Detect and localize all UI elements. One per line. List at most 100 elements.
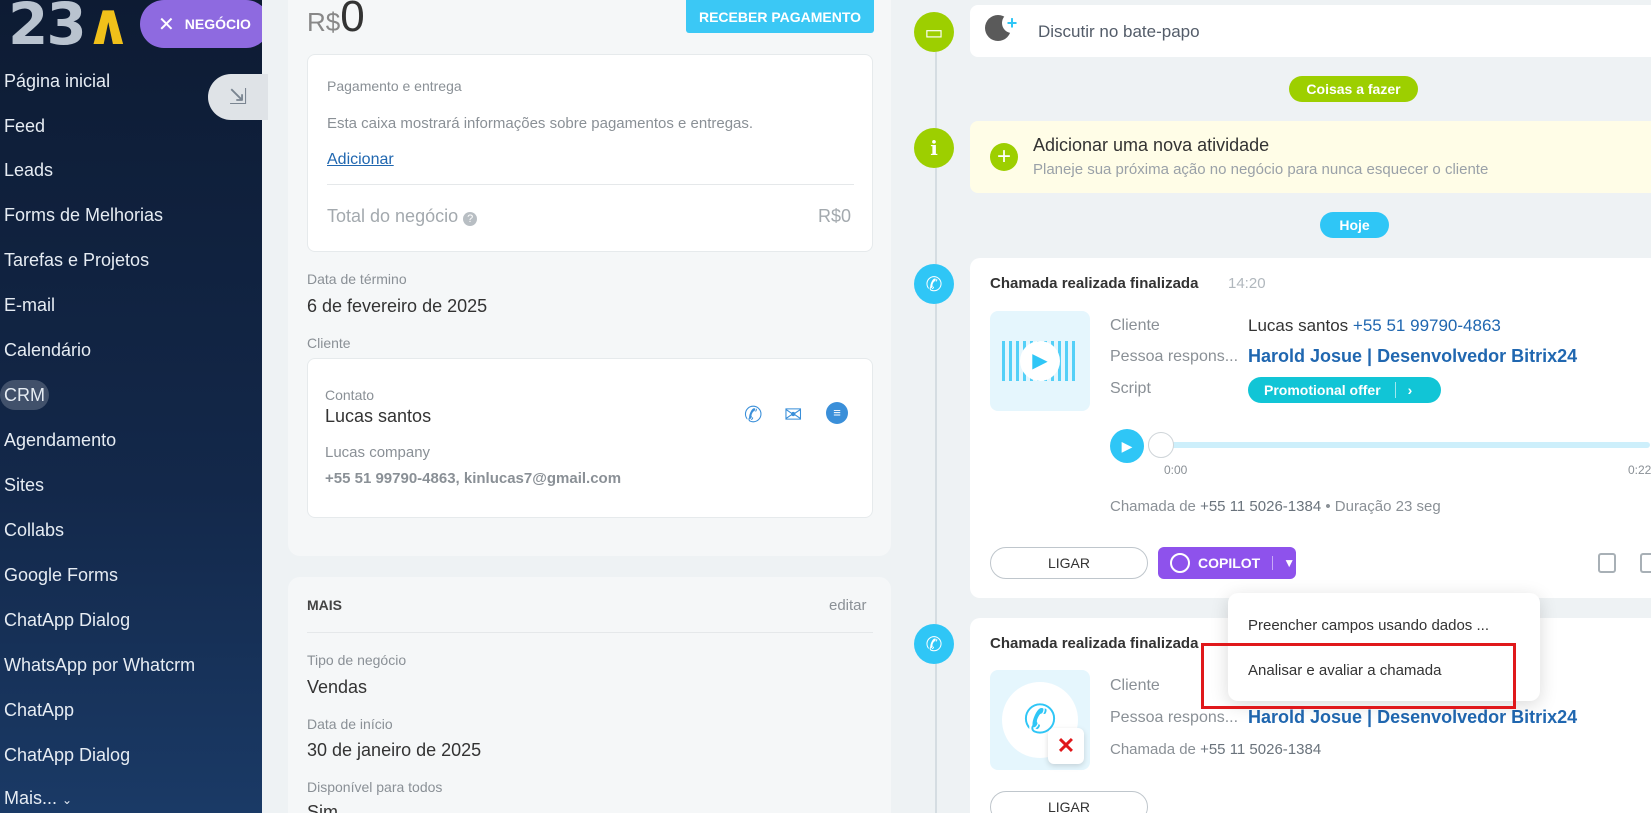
- script-button-label: Promotional offer: [1264, 382, 1381, 398]
- add-circle-icon[interactable]: +: [990, 143, 1018, 171]
- company-logo[interactable]: 23∧: [8, 0, 132, 58]
- call-title: Chamada realizada finalizada: [990, 275, 1199, 292]
- sidebar-item-forms[interactable]: Forms de Melhorias: [4, 200, 163, 230]
- phone-call-icon: ✆: [914, 264, 954, 304]
- sidebar-item-scheduling[interactable]: Agendamento: [4, 425, 116, 455]
- end-date-value: 6 de fevereiro de 2025: [307, 296, 488, 316]
- responsible-name[interactable]: Harold Josue | Desenvolvedor Bitrix24: [1248, 707, 1577, 728]
- client-label: Cliente: [307, 335, 351, 351]
- help-icon[interactable]: ?: [463, 212, 478, 226]
- available-value: Sim: [307, 802, 338, 813]
- collapse-sidebar-button[interactable]: ⇲: [208, 74, 268, 120]
- chat-placeholder[interactable]: Discutir no bate-papo: [1038, 22, 1200, 42]
- copilot-button[interactable]: COPILOT ▼: [1158, 547, 1296, 579]
- chat-bubble-icon: ▭: [914, 12, 954, 52]
- phone-call-icon: ✆: [914, 624, 954, 664]
- script-button[interactable]: Promotional offer ›: [1248, 377, 1441, 403]
- call-from: Chamada de +55 11 5026-1384: [1110, 741, 1322, 758]
- chat-bar[interactable]: + Discutir no bate-papo: [970, 5, 1651, 57]
- sidebar: 23∧ ✕ NEGÓCIO Página inicial Feed Leads …: [0, 0, 262, 813]
- contact-name[interactable]: Lucas santos: [325, 406, 431, 427]
- play-icon[interactable]: ▶: [1020, 341, 1060, 381]
- receive-payment-button[interactable]: RECEBER PAGAMENTO: [686, 0, 874, 33]
- missed-call-thumbnail[interactable]: ✆ ✕: [990, 670, 1090, 770]
- divider: [327, 184, 854, 185]
- end-date-label: Data de término: [307, 271, 407, 287]
- responsible-name[interactable]: Harold Josue | Desenvolvedor Bitrix24: [1248, 346, 1577, 367]
- plus-icon[interactable]: +: [1002, 13, 1022, 33]
- copilot-icon: [1170, 553, 1190, 573]
- client-info: Lucas santos +55 51 99790-4863: [1248, 316, 1501, 335]
- client-label: Cliente: [1110, 677, 1160, 694]
- close-icon: ✕: [158, 13, 175, 36]
- chevron-down-icon[interactable]: ▼: [1272, 556, 1295, 570]
- arrow-down-right-icon: ⇲: [228, 84, 248, 109]
- activity-description: Planeje sua próxima ação no negócio para…: [1033, 161, 1489, 178]
- sidebar-item-leads[interactable]: Leads: [4, 155, 53, 185]
- contact-box: [307, 358, 873, 518]
- sidebar-item-home[interactable]: Página inicial: [4, 66, 110, 96]
- responsible-label: Pessoa respons...: [1110, 709, 1239, 726]
- call-button[interactable]: LIGAR: [990, 547, 1148, 579]
- total-label: Total do negócio ?: [327, 206, 478, 227]
- info-icon: i: [914, 128, 954, 168]
- sidebar-item-tasks[interactable]: Tarefas e Projetos: [4, 245, 149, 275]
- more-card: [288, 577, 891, 813]
- sidebar-item-calendar[interactable]: Calendário: [4, 335, 91, 365]
- audio-time-start: 0:00: [1164, 463, 1188, 477]
- payment-title: Pagamento e entrega: [327, 78, 462, 94]
- audio-progress-knob[interactable]: [1148, 432, 1174, 458]
- sidebar-item-collabs[interactable]: Collabs: [4, 515, 64, 545]
- audio-progress-track[interactable]: [1160, 442, 1650, 448]
- audio-play-button[interactable]: ▶: [1110, 429, 1144, 463]
- edit-link[interactable]: editar: [829, 597, 867, 614]
- chat-icon[interactable]: ≡: [826, 402, 848, 424]
- sidebar-item-google-forms[interactable]: Google Forms: [4, 560, 118, 590]
- chevron-down-icon: ⌄: [62, 793, 73, 807]
- payment-description: Esta caixa mostrará informações sobre pa…: [327, 115, 754, 132]
- sidebar-item-sites[interactable]: Sites: [4, 470, 44, 500]
- deal-amount: R$0: [307, 0, 365, 41]
- close-deal-button[interactable]: ✕ NEGÓCIO: [140, 0, 262, 48]
- client-label: Cliente: [1110, 317, 1160, 334]
- company-name[interactable]: Lucas company: [325, 444, 430, 461]
- phone-icon[interactable]: ✆: [744, 402, 762, 428]
- notes-icon[interactable]: [1598, 553, 1616, 573]
- call-from: Chamada de +55 11 5026-1384 • Duração 23…: [1110, 498, 1441, 515]
- contact-details: +55 51 99790-4863, kinlucas7@gmail.com: [325, 470, 622, 487]
- start-date-value: 30 de janeiro de 2025: [307, 740, 482, 760]
- add-activity-bar[interactable]: + Adicionar uma nova atividade Planeje s…: [970, 121, 1651, 193]
- call-title: Chamada realizada finalizada: [990, 635, 1199, 652]
- contact-label: Contato: [325, 387, 375, 403]
- add-payment-link[interactable]: Adicionar: [327, 151, 394, 169]
- sidebar-item-more[interactable]: Mais... ⌄: [4, 783, 72, 813]
- sidebar-item-crm[interactable]: CRM: [0, 380, 49, 410]
- more-title: MAIS: [307, 597, 342, 613]
- activity-title: Adicionar uma nova atividade: [1033, 135, 1270, 155]
- sidebar-item-chatapp-dialog[interactable]: ChatApp Dialog: [4, 605, 130, 635]
- mail-icon[interactable]: ✉: [784, 402, 802, 428]
- call-time: 14:20: [1228, 275, 1266, 292]
- deal-label: NEGÓCIO: [184, 16, 251, 32]
- today-pill: Hoje: [1320, 212, 1389, 238]
- responsible-label: Pessoa respons...: [1110, 348, 1239, 365]
- start-date-label: Data de início: [307, 716, 393, 732]
- chevron-right-icon: ›: [1394, 382, 1412, 398]
- call-button[interactable]: LIGAR: [990, 791, 1148, 813]
- deal-type-value: Vendas: [307, 677, 368, 697]
- menu-item-fill-fields[interactable]: Preencher campos usando dados ...: [1248, 617, 1489, 634]
- todo-pill: Coisas a fazer: [1289, 76, 1418, 102]
- sidebar-item-email[interactable]: E-mail: [4, 290, 55, 320]
- script-label: Script: [1110, 380, 1151, 397]
- sidebar-item-feed[interactable]: Feed: [4, 111, 45, 141]
- audio-thumbnail[interactable]: ▶: [990, 311, 1090, 411]
- sidebar-item-chatapp[interactable]: ChatApp: [4, 695, 74, 725]
- sidebar-item-chatapp-dialog-2[interactable]: ChatApp Dialog: [4, 740, 130, 770]
- more-icon[interactable]: [1640, 553, 1651, 573]
- highlight-box: [1201, 643, 1516, 709]
- available-label: Disponível para todos: [307, 779, 443, 795]
- deal-type-label: Tipo de negócio: [307, 652, 407, 668]
- sidebar-item-whatsapp[interactable]: WhatsApp por Whatcrm: [4, 650, 195, 680]
- divider: [307, 632, 873, 633]
- missed-x-icon: ✕: [1048, 728, 1084, 764]
